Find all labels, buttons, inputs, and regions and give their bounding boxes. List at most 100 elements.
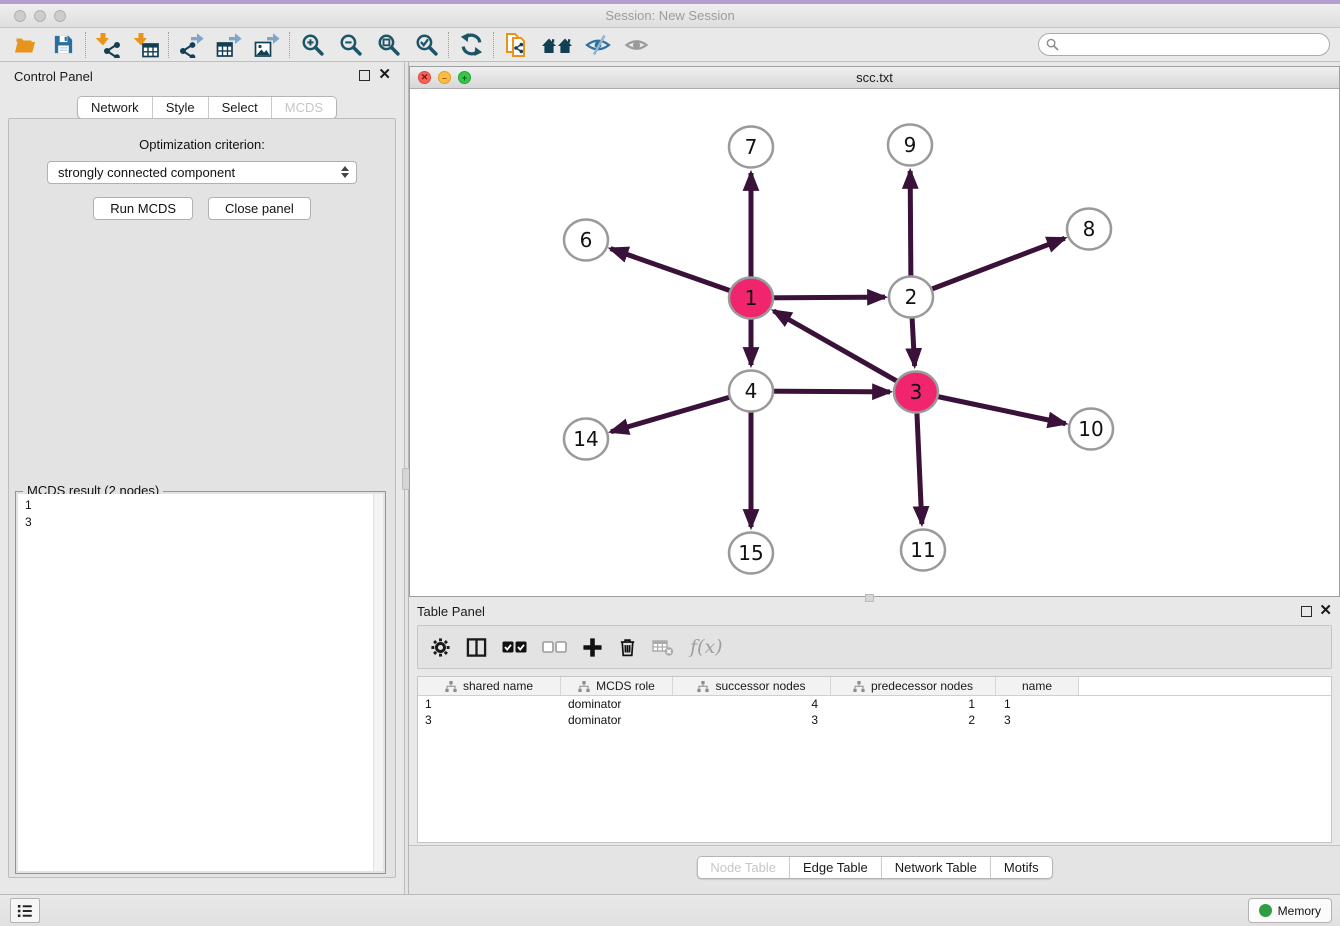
show-all-button[interactable] bbox=[621, 31, 651, 59]
column-header-successor-nodes[interactable]: successor nodes bbox=[673, 677, 831, 695]
run-mcds-button[interactable]: Run MCDS bbox=[93, 197, 193, 220]
table-tabs: Node Table Edge Table Network Table Moti… bbox=[696, 856, 1052, 879]
cell-name: 3 bbox=[996, 713, 1079, 727]
column-settings-button[interactable] bbox=[430, 637, 451, 658]
tab-mcds[interactable]: MCDS bbox=[271, 97, 336, 118]
svg-text:2: 2 bbox=[905, 285, 918, 309]
add-column-button[interactable] bbox=[582, 637, 603, 658]
table-row[interactable]: 1 dominator 4 1 1 bbox=[418, 696, 1331, 712]
graph-node-14[interactable]: 14 bbox=[564, 419, 608, 460]
zoom-out-button[interactable] bbox=[335, 31, 365, 59]
first-neighbors-button[interactable] bbox=[539, 31, 575, 59]
cell-mcds-role: dominator bbox=[561, 713, 673, 727]
checked-boxes-icon bbox=[502, 638, 528, 656]
memory-button[interactable]: Memory bbox=[1248, 898, 1332, 923]
mcds-result-group: MCDS result (2 nodes) 1 3 bbox=[15, 491, 386, 874]
export-image-button[interactable] bbox=[252, 31, 282, 59]
export-network-icon bbox=[178, 32, 204, 58]
table-row[interactable]: 3 dominator 3 2 3 bbox=[418, 712, 1331, 728]
graph-edge-3-1[interactable] bbox=[774, 311, 916, 392]
result-scrollbar[interactable] bbox=[373, 494, 383, 871]
open-file-button[interactable] bbox=[10, 31, 40, 59]
export-image-icon bbox=[254, 32, 280, 58]
hierarchy-icon bbox=[697, 681, 709, 692]
control-panel-tabs: Network Style Select MCDS bbox=[77, 96, 337, 119]
hierarchy-icon bbox=[578, 681, 590, 692]
window-titlebar: Session: New Session bbox=[0, 4, 1340, 28]
control-panel-header: Control Panel ✕ bbox=[0, 66, 404, 90]
export-network-button[interactable] bbox=[176, 31, 206, 59]
close-panel-button[interactable]: Close panel bbox=[208, 197, 311, 220]
graph-node-1[interactable]: 1 bbox=[729, 278, 773, 319]
mcds-result-text[interactable]: 1 3 bbox=[18, 494, 373, 871]
delete-column-button[interactable] bbox=[617, 636, 638, 658]
svg-text:15: 15 bbox=[738, 541, 763, 565]
svg-text:6: 6 bbox=[580, 228, 593, 252]
delete-table-button[interactable] bbox=[652, 637, 674, 657]
control-panel-title: Control Panel bbox=[14, 69, 93, 84]
hide-eye-icon bbox=[585, 33, 611, 57]
export-table-button[interactable] bbox=[214, 31, 244, 59]
column-header-name[interactable]: name bbox=[996, 677, 1079, 695]
trash-icon bbox=[617, 636, 638, 658]
column-label: shared name bbox=[463, 679, 533, 693]
refresh-icon bbox=[459, 32, 484, 57]
network-canvas[interactable]: 7 9 6 8 1 2 4 3 14 10 15 11 bbox=[410, 89, 1339, 593]
duplicate-network-button[interactable] bbox=[501, 31, 531, 59]
close-panel-icon[interactable]: ✕ bbox=[378, 66, 391, 84]
select-all-button[interactable] bbox=[502, 638, 528, 656]
tab-style[interactable]: Style bbox=[152, 97, 208, 118]
column-header-mcds-role[interactable]: MCDS role bbox=[561, 677, 673, 695]
svg-text:7: 7 bbox=[745, 135, 758, 159]
graph-node-3[interactable]: 3 bbox=[894, 372, 938, 413]
column-header-shared-name[interactable]: shared name bbox=[418, 677, 561, 695]
float-panel-icon[interactable] bbox=[1301, 606, 1312, 617]
close-panel-icon[interactable]: ✕ bbox=[1319, 602, 1332, 620]
import-table-button[interactable] bbox=[131, 31, 161, 59]
mcds-panel: Optimization criterion: strongly connect… bbox=[8, 118, 396, 878]
show-panels-button[interactable] bbox=[10, 898, 40, 923]
graph-node-7[interactable]: 7 bbox=[729, 127, 773, 168]
save-session-button[interactable] bbox=[48, 31, 78, 59]
function-builder-button[interactable]: f(x) bbox=[690, 636, 723, 658]
zoom-selected-button[interactable] bbox=[411, 31, 441, 59]
criterion-value: strongly connected component bbox=[58, 165, 235, 180]
column-header-predecessor-nodes[interactable]: predecessor nodes bbox=[831, 677, 996, 695]
show-columns-button[interactable] bbox=[465, 637, 488, 658]
graph-edge-2-8[interactable] bbox=[911, 238, 1065, 297]
graph-node-6[interactable]: 6 bbox=[564, 220, 608, 261]
hide-selected-button[interactable] bbox=[583, 31, 613, 59]
graph-node-2[interactable]: 2 bbox=[889, 277, 933, 318]
svg-text:4: 4 bbox=[745, 379, 758, 403]
tab-motifs[interactable]: Motifs bbox=[990, 857, 1052, 878]
main-toolbar bbox=[0, 28, 1340, 62]
tab-edge-table[interactable]: Edge Table bbox=[789, 857, 881, 878]
graph-node-4[interactable]: 4 bbox=[729, 371, 773, 412]
search-input[interactable] bbox=[1038, 33, 1330, 56]
table-panel-header: Table Panel ✕ bbox=[409, 599, 1340, 623]
graph-node-9[interactable]: 9 bbox=[888, 125, 932, 166]
network-graph[interactable]: 7 9 6 8 1 2 4 3 14 10 15 11 bbox=[410, 89, 1339, 593]
tab-node-table[interactable]: Node Table bbox=[697, 857, 789, 878]
criterion-select[interactable]: strongly connected component bbox=[47, 161, 357, 184]
graph-node-8[interactable]: 8 bbox=[1067, 209, 1111, 250]
zoom-fit-button[interactable] bbox=[373, 31, 403, 59]
node-table[interactable]: shared name MCDS role bbox=[417, 676, 1332, 843]
float-panel-icon[interactable] bbox=[359, 70, 370, 81]
apply-layout-button[interactable] bbox=[456, 31, 486, 59]
cell-shared-name: 1 bbox=[418, 697, 561, 711]
svg-text:1: 1 bbox=[745, 286, 758, 310]
import-network-button[interactable] bbox=[93, 31, 123, 59]
control-panel: Control Panel ✕ Network Style Select MCD… bbox=[0, 62, 404, 894]
zoom-in-button[interactable] bbox=[297, 31, 327, 59]
svg-text:10: 10 bbox=[1078, 417, 1103, 441]
tab-network[interactable]: Network bbox=[78, 97, 152, 118]
tab-network-table[interactable]: Network Table bbox=[881, 857, 990, 878]
graph-node-15[interactable]: 15 bbox=[729, 533, 773, 574]
deselect-all-button[interactable] bbox=[542, 638, 568, 656]
graph-node-11[interactable]: 11 bbox=[901, 530, 945, 571]
network-window-titlebar: ✕ – + scc.txt bbox=[410, 67, 1339, 89]
tab-select[interactable]: Select bbox=[208, 97, 271, 118]
graph-node-10[interactable]: 10 bbox=[1069, 409, 1113, 450]
svg-text:8: 8 bbox=[1083, 217, 1096, 241]
